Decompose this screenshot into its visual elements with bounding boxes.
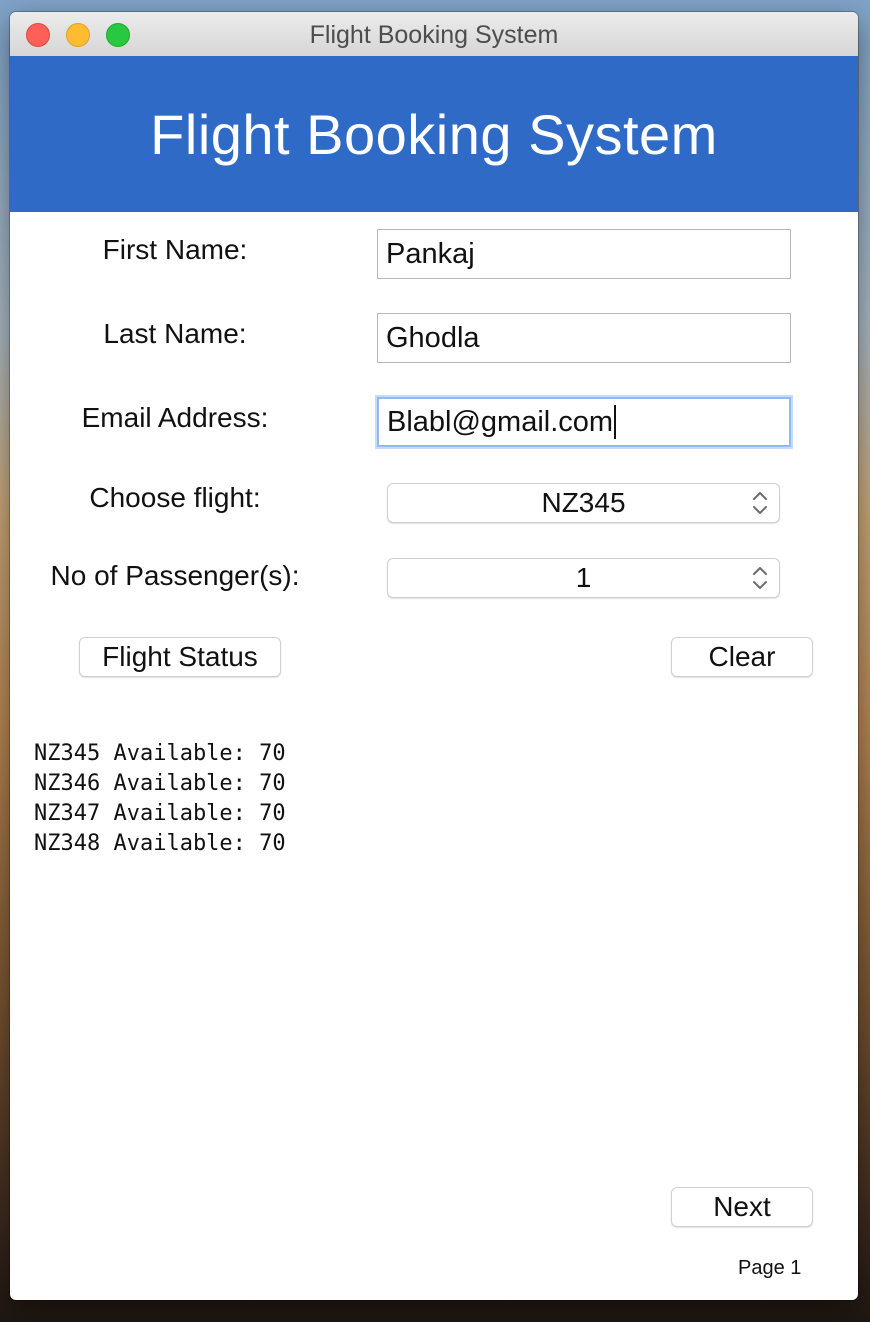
passengers-label: No of Passenger(s): <box>50 560 300 591</box>
clear-button[interactable]: Clear <box>671 637 813 677</box>
last-name-value: Ghodla <box>386 321 480 354</box>
header-banner: Flight Booking System <box>10 56 858 212</box>
text-caret <box>614 405 617 439</box>
last-name-label: Last Name: <box>103 318 247 349</box>
page-indicator: Page 1 <box>738 1257 802 1279</box>
flight-status-line: NZ345 Available: 70 <box>34 741 286 766</box>
email-value: Blabl@gmail.com <box>387 405 614 438</box>
flight-status-line: NZ346 Available: 70 <box>34 771 286 796</box>
flight-status-line: NZ347 Available: 70 <box>34 801 286 826</box>
passengers-stepper[interactable]: 1 <box>387 558 780 598</box>
flight-status-output: NZ345 Available: 70 NZ346 Available: 70 NZ… <box>34 739 286 859</box>
first-name-label: First Name: <box>102 234 248 265</box>
flight-select-value: NZ345 <box>541 487 626 518</box>
window-title: Flight Booking System <box>309 21 559 49</box>
email-input[interactable]: Blabl@gmail.com <box>377 397 791 447</box>
first-name-input[interactable]: Pankaj <box>377 229 791 279</box>
email-label: Email Address: <box>81 402 269 433</box>
up-down-arrows-icon[interactable] <box>751 563 769 593</box>
passengers-value: 1 <box>575 562 592 593</box>
flight-status-button[interactable]: Flight Status <box>79 637 281 677</box>
next-button[interactable]: Next <box>671 1187 813 1227</box>
up-down-arrows-icon <box>753 492 767 514</box>
flight-label: Choose flight: <box>89 482 261 513</box>
page-title: Flight Booking System <box>150 102 718 166</box>
flight-status-line: NZ348 Available: 70 <box>34 831 286 856</box>
last-name-input[interactable]: Ghodla <box>377 313 791 363</box>
title-bar[interactable]: Flight Booking System <box>10 12 858 57</box>
app-window: Flight Booking System Flight Booking Sys… <box>10 12 858 1300</box>
flight-select[interactable]: NZ345 <box>387 483 780 523</box>
first-name-value: Pankaj <box>386 237 475 270</box>
